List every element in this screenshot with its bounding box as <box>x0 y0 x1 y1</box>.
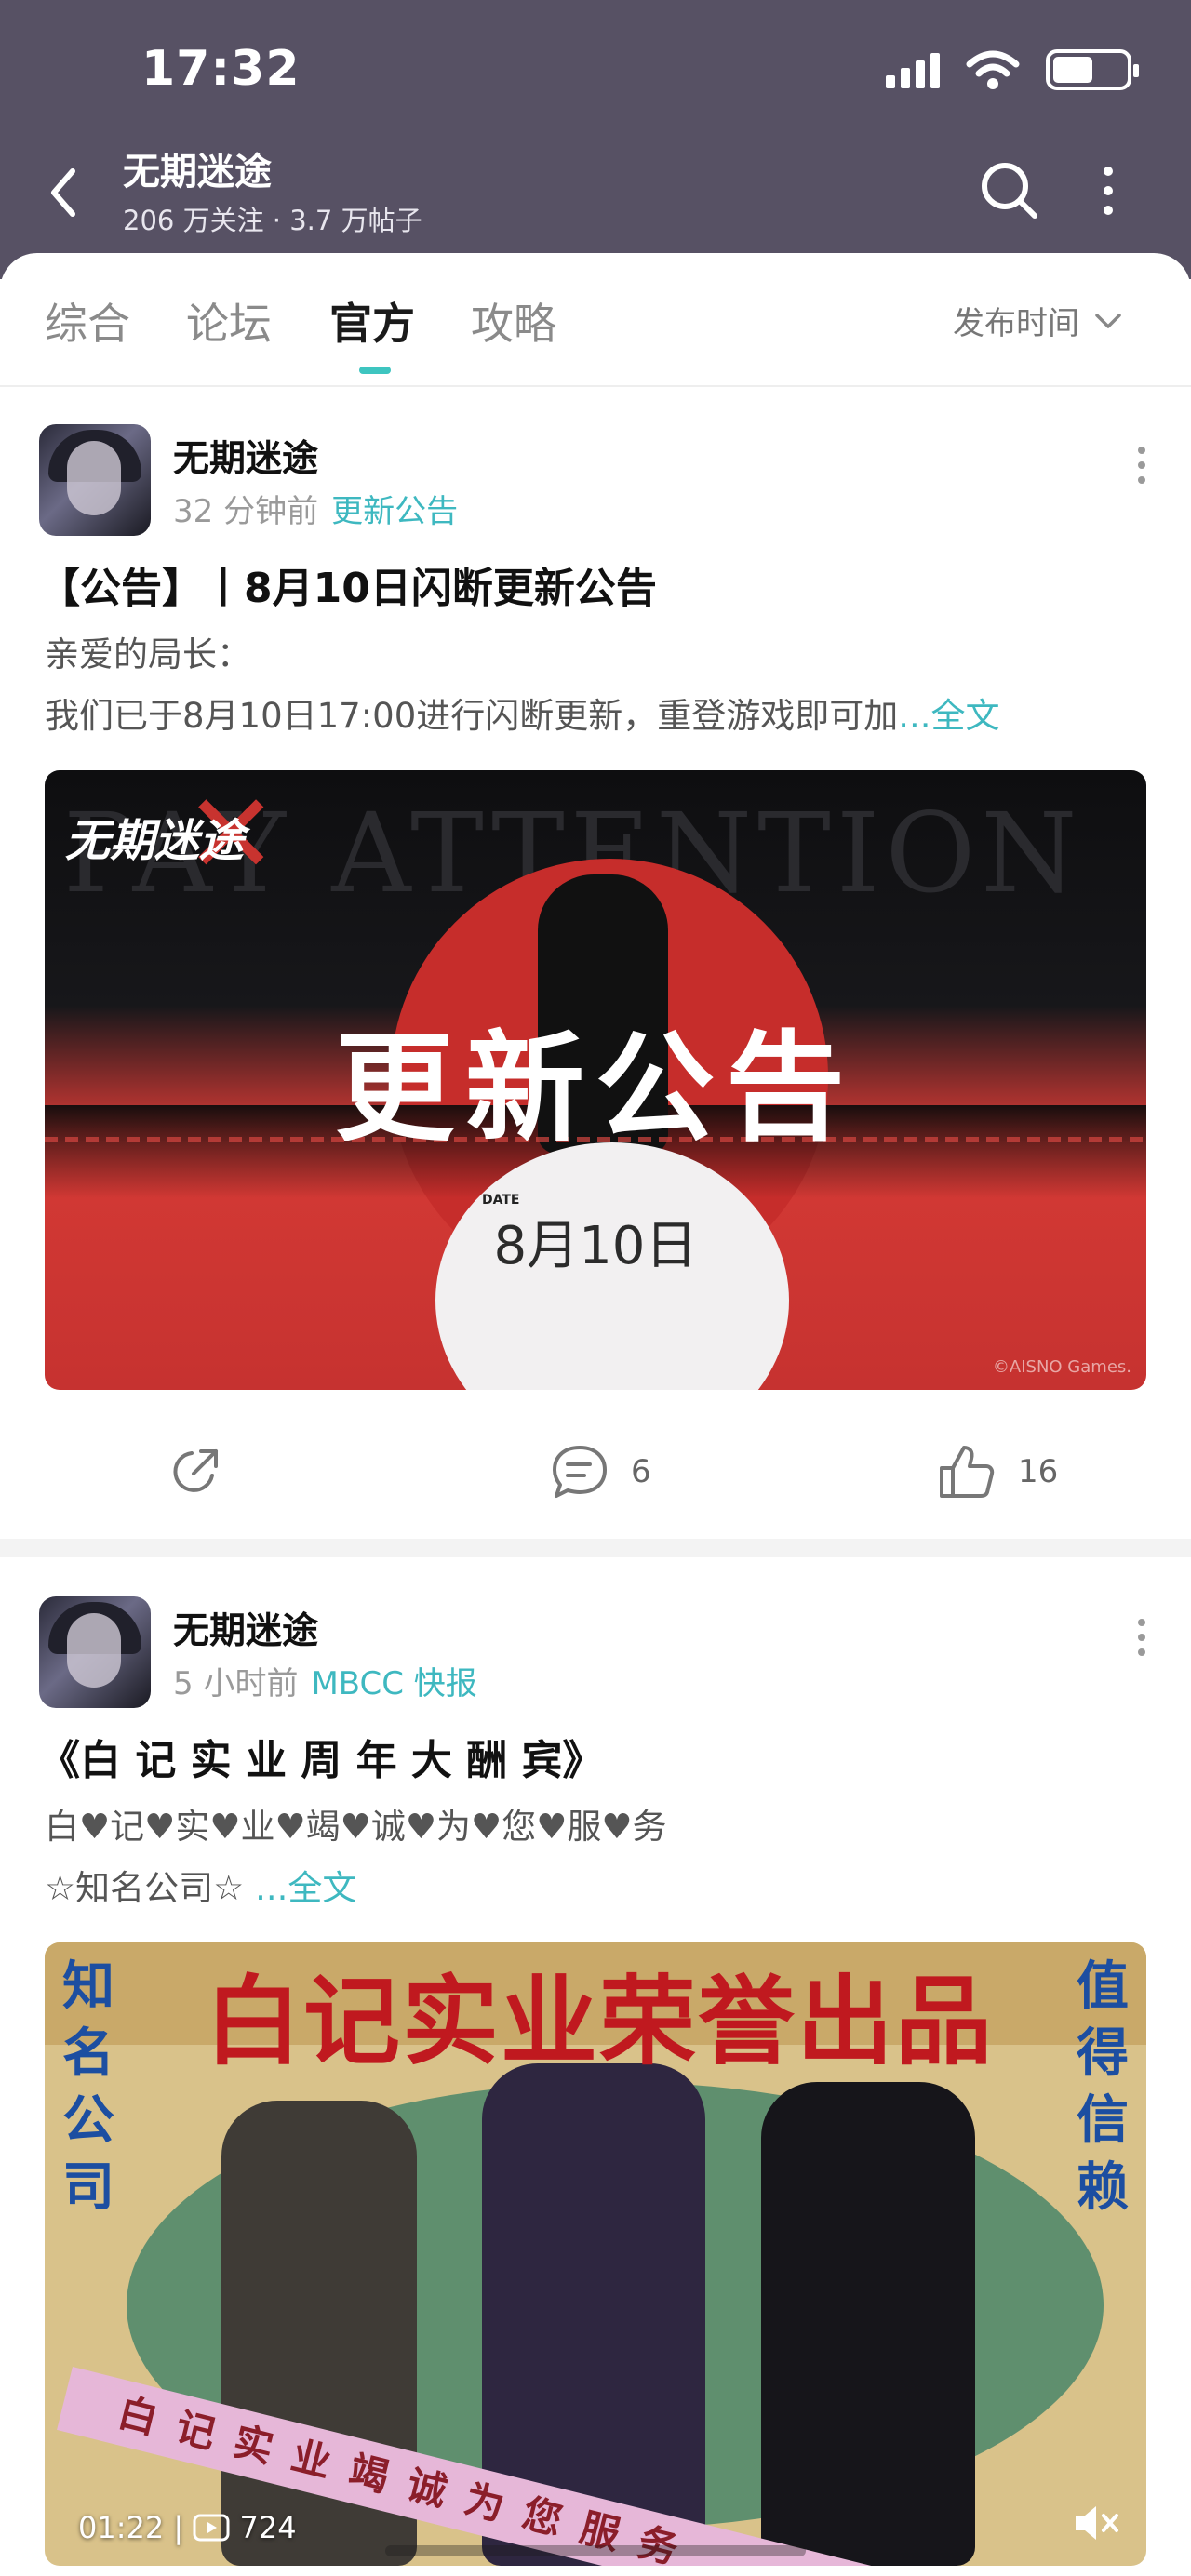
post-title[interactable]: 《白 记 实 业 周 年 大 酬 宾》 <box>39 1727 604 1786</box>
post-body-text: ☆知名公司☆ <box>45 1868 256 1908</box>
back-arrow-icon[interactable] <box>41 160 87 225</box>
like-count: 16 <box>1018 1453 1059 1490</box>
post-author[interactable]: 无期迷途 <box>173 430 318 482</box>
post-body-line-2: ☆知名公司☆ ...全文 <box>45 1859 1161 1918</box>
video-side-right: 值得信赖 <box>1077 1956 1129 2218</box>
video-side-left: 知名公司 <box>62 1956 114 2218</box>
banner-headline: 更新公告 <box>334 1019 856 1158</box>
video-duration: 01:22 <box>78 2510 165 2545</box>
forum-name: 无期迷途 <box>123 151 272 194</box>
post-author[interactable]: 无期迷途 <box>173 1602 318 1654</box>
post-more-icon[interactable] <box>1128 437 1156 493</box>
share-button[interactable] <box>166 1435 225 1509</box>
tab-guides[interactable]: 攻略 <box>471 290 556 355</box>
tab-general[interactable]: 综合 <box>45 290 130 355</box>
post-title[interactable]: 【公告】丨8月10日闪断更新公告 <box>39 554 657 614</box>
read-more-link[interactable]: ...全文 <box>898 696 999 736</box>
video-big-title: 白记实业荣誉出品 <box>204 1965 994 2078</box>
post-time: 5 小时前 MBCC 快报 <box>173 1658 477 1703</box>
banner-copyright: ©AISNO Games. <box>992 1357 1131 1377</box>
post-video[interactable]: 白记实业荣誉出品 知名公司 值得信赖 白记实业竭诚为您服务 01:22 | 72… <box>45 1942 1146 2566</box>
battery-icon <box>1046 49 1139 90</box>
sort-dropdown[interactable]: 发布时间 <box>953 298 1122 343</box>
chevron-down-icon <box>1095 313 1121 328</box>
post-divider <box>0 1539 1191 1557</box>
cellular-signal-icon <box>886 51 940 88</box>
forum-header: 17:32 无期迷途 206 万关注 · 3.7 万帖子 <box>0 0 1191 279</box>
post-body-line-2: 我们已于8月10日17:00进行闪断更新，重登游戏即可加...全文 <box>45 687 1161 746</box>
post-tag[interactable]: MBCC 快报 <box>311 1665 476 1702</box>
post-body-line-1: 白♥记♥实♥业♥竭♥诚♥为♥您♥服♥务 <box>45 1807 667 1847</box>
tab-official[interactable]: 官方 <box>329 290 415 355</box>
post-actions: 6 16 <box>0 1435 1191 1509</box>
tab-bar: 综合 论坛 官方 攻略 发布时间 <box>0 253 1191 387</box>
wifi-icon <box>966 50 1020 89</box>
comment-icon <box>553 1446 607 1498</box>
read-more-link[interactable]: ...全文 <box>255 1868 356 1908</box>
home-indicator[interactable] <box>385 2545 806 2556</box>
video-views: 724 <box>239 2510 297 2545</box>
comment-button[interactable]: 6 <box>549 1435 651 1509</box>
like-button[interactable]: 16 <box>936 1435 1058 1509</box>
comment-count: 6 <box>631 1453 651 1490</box>
character-figure <box>761 2082 975 2566</box>
tab-forum[interactable]: 论坛 <box>186 290 272 355</box>
avatar[interactable] <box>39 424 151 536</box>
sort-label: 发布时间 <box>953 305 1079 342</box>
status-icons <box>886 47 1139 93</box>
active-tab-indicator <box>359 367 391 374</box>
play-count-icon <box>193 2514 230 2542</box>
thumbs-up-icon <box>940 1446 995 1498</box>
game-logo: 无期迷途 <box>65 815 245 867</box>
post-more-icon[interactable] <box>1128 1609 1156 1665</box>
post-time-text: 32 分钟前 <box>173 493 319 530</box>
more-vertical-icon[interactable] <box>1085 158 1131 223</box>
forum-meta: 206 万关注 · 3.7 万帖子 <box>123 205 422 236</box>
video-meta: 01:22 | 724 <box>78 2510 297 2545</box>
post-body-text: 我们已于8月10日17:00进行闪断更新，重登游戏即可加 <box>45 696 899 736</box>
banner-date: 8月10日 <box>493 1216 698 1276</box>
search-icon[interactable] <box>977 158 1042 223</box>
post-image[interactable]: PAY ATTENTION ✕ 无期迷途 更新公告 DATE 8月10日 ©AI… <box>45 770 1146 1390</box>
mute-icon[interactable] <box>1070 2499 1122 2547</box>
status-time: 17:32 <box>141 41 301 97</box>
share-icon <box>173 1449 218 1492</box>
post-time-text: 5 小时前 <box>173 1665 299 1702</box>
avatar[interactable] <box>39 1596 151 1708</box>
post-tag[interactable]: 更新公告 <box>331 493 458 530</box>
post-body-line-1: 亲爱的局长： <box>45 634 251 674</box>
post-time: 32 分钟前 更新公告 <box>173 486 458 531</box>
